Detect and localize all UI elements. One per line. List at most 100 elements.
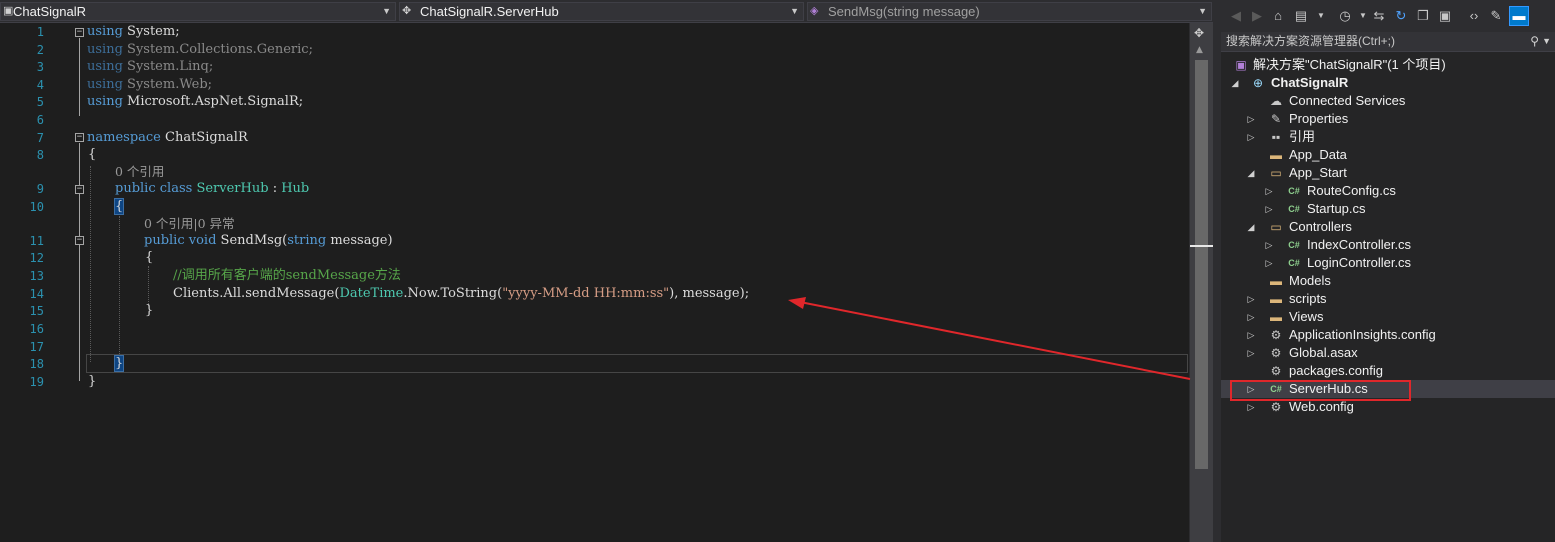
chevron-down-icon: ▼ — [382, 6, 391, 16]
collapse-outline-icon[interactable]: − — [75, 236, 84, 245]
tree-item-controllers[interactable]: ◢ ▭ Controllers — [1221, 218, 1555, 236]
collapsed-arrow-icon[interactable]: ▷ — [1246, 110, 1256, 128]
tree-item-web-config[interactable]: ▷ ⚙ Web.config — [1221, 398, 1555, 416]
solution-search-input[interactable]: 搜索解决方案资源管理器(Ctrl+;) ⚲ ▼ — [1221, 32, 1555, 52]
collapsed-arrow-icon[interactable]: ▷ — [1246, 326, 1256, 344]
tree-item-connected-services[interactable]: ☁ Connected Services — [1221, 92, 1555, 110]
tree-item-global-asax[interactable]: ▷ ⚙ Global.asax — [1221, 344, 1555, 362]
show-all-files-icon[interactable]: ▣ — [1436, 7, 1454, 25]
codelens-references[interactable]: 0 个引用|0 异常 — [144, 216, 235, 232]
tree-item-label: packages.config — [1289, 363, 1383, 378]
class-dropdown-label: ChatSignalR.ServerHub — [420, 4, 559, 19]
collapsed-arrow-icon[interactable]: ▷ — [1246, 308, 1256, 326]
code-editor[interactable]: ▣ ChatSignalR ▼ ✥ ChatSignalR.ServerHub … — [0, 0, 1214, 542]
solution-explorer-toolbar: ◀ ▶ ⌂ ▤ ▼ ◷ ▼ ⇆ ↻ ❐ ▣ ‹› ✎ ▬ — [1221, 0, 1555, 32]
tree-item-indexcontroller[interactable]: ▷ C# IndexController.cs — [1221, 236, 1555, 254]
code-text: .Now.ToString( — [403, 286, 503, 301]
tree-item-serverhub[interactable]: ▷ C# ServerHub.cs — [1221, 380, 1555, 398]
project-dropdown[interactable]: ▣ ChatSignalR ▼ — [0, 2, 396, 21]
tree-item-references[interactable]: ▷ ▪▪ 引用 — [1221, 128, 1555, 146]
collapsed-arrow-icon[interactable]: ▷ — [1246, 380, 1256, 398]
wrench-icon[interactable]: ✎ — [1487, 7, 1505, 25]
folder-icon: ▬ — [1270, 148, 1282, 162]
tree-item-scripts[interactable]: ▷ ▬ scripts — [1221, 290, 1555, 308]
chevron-down-icon[interactable]: ▼ — [1542, 32, 1551, 51]
tree-item-packages-config[interactable]: ⚙ packages.config — [1221, 362, 1555, 380]
tree-item-views[interactable]: ▷ ▬ Views — [1221, 308, 1555, 326]
search-placeholder: 搜索解决方案资源管理器(Ctrl+;) — [1226, 34, 1395, 48]
tree-item-solution[interactable]: ▣ 解决方案"ChatSignalR"(1 个项目) — [1221, 56, 1555, 74]
switch-views-icon[interactable]: ▤ — [1292, 7, 1310, 25]
code-line: public class ServerHub : Hub — [115, 180, 309, 198]
collapsed-arrow-icon[interactable]: ▷ — [1246, 128, 1256, 146]
view-code-icon[interactable]: ‹› — [1465, 7, 1483, 25]
tree-item-app-start[interactable]: ◢ ▭ App_Start — [1221, 164, 1555, 182]
scroll-up-arrow-icon[interactable]: ▲ — [1196, 45, 1203, 55]
tree-item-app-data[interactable]: ▬ App_Data — [1221, 146, 1555, 164]
keyword: string — [287, 233, 327, 248]
tree-item-label: ApplicationInsights.config — [1289, 327, 1436, 342]
code-text: System.Collections.Generic; — [122, 42, 313, 57]
line-number-gutter: 1 2 3 4 5 6 7 8 9 10 11 12 13 14 15 16 1… — [0, 23, 84, 542]
folder-icon: ▬ — [1270, 310, 1282, 324]
expanded-arrow-icon[interactable]: ◢ — [1246, 218, 1256, 236]
forward-icon[interactable]: ▶ — [1248, 7, 1266, 25]
solution-explorer: ◀ ▶ ⌂ ▤ ▼ ◷ ▼ ⇆ ↻ ❐ ▣ ‹› ✎ ▬ 搜索解决方案资源管理器… — [1221, 0, 1555, 542]
method-icon: ◈ — [810, 5, 819, 17]
tree-item-label: Properties — [1289, 111, 1349, 126]
csharp-project-icon: ▣ — [3, 5, 14, 17]
folder-icon: ▬ — [1270, 292, 1282, 306]
collapsed-arrow-icon[interactable]: ▷ — [1264, 182, 1274, 200]
tree-item-properties[interactable]: ▷ ✎ Properties — [1221, 110, 1555, 128]
tree-item-routeconfig[interactable]: ▷ C# RouteConfig.cs — [1221, 182, 1555, 200]
split-window-icon[interactable]: ✥ — [1194, 26, 1204, 40]
chevron-down-icon[interactable]: ▼ — [1312, 7, 1330, 25]
pending-changes-filter-icon[interactable]: ◷ — [1336, 7, 1354, 25]
line-number: 8 — [36, 148, 44, 162]
line-number: 14 — [29, 287, 44, 301]
expanded-arrow-icon[interactable]: ◢ — [1246, 164, 1256, 182]
collapsed-arrow-icon[interactable]: ▷ — [1264, 236, 1274, 254]
tree-item-project[interactable]: ◢ ⊕ ChatSignalR — [1221, 74, 1555, 92]
string-literal: "yyyy-MM-dd HH:mm:ss" — [502, 286, 670, 301]
collapsed-arrow-icon[interactable]: ▷ — [1264, 254, 1274, 272]
codelens-references[interactable]: 0 个引用 — [115, 164, 164, 180]
collapsed-arrow-icon[interactable]: ▷ — [1264, 200, 1274, 218]
vertical-scrollbar[interactable]: ✥ ▲ — [1189, 23, 1214, 542]
sync-active-document-icon[interactable]: ⇆ — [1370, 7, 1388, 25]
refresh-icon[interactable]: ↻ — [1392, 7, 1410, 25]
collapse-outline-icon[interactable]: − — [75, 133, 84, 142]
comment: //调用所有客户端的sendMessage方法 — [173, 268, 401, 283]
home-icon[interactable]: ⌂ — [1269, 7, 1287, 25]
code-text: SendMsg( — [216, 233, 288, 248]
code-area[interactable]: using System; using System.Collections.G… — [87, 23, 1187, 542]
tree-item-startup[interactable]: ▷ C# Startup.cs — [1221, 200, 1555, 218]
pane-splitter[interactable] — [1213, 0, 1221, 542]
tree-item-label: Global.asax — [1289, 345, 1358, 360]
collapse-outline-icon[interactable]: − — [75, 185, 84, 194]
collapsed-arrow-icon[interactable]: ▷ — [1246, 398, 1256, 416]
config-file-icon: ⚙ — [1270, 364, 1282, 378]
class-dropdown[interactable]: ✥ ChatSignalR.ServerHub ▼ — [399, 2, 804, 21]
line-number: 19 — [29, 375, 44, 389]
expanded-arrow-icon[interactable]: ◢ — [1230, 74, 1240, 92]
scrollbar-thumb[interactable] — [1195, 60, 1208, 469]
tree-item-models[interactable]: ▬ Models — [1221, 272, 1555, 290]
member-dropdown[interactable]: ◈ SendMsg(string message) ▼ — [807, 2, 1212, 21]
tree-item-label: scripts — [1289, 291, 1327, 306]
back-icon[interactable]: ◀ — [1227, 7, 1245, 25]
code-line: { — [113, 198, 125, 216]
collapse-outline-icon[interactable]: − — [75, 28, 84, 37]
collapsed-arrow-icon[interactable]: ▷ — [1246, 290, 1256, 308]
collapse-all-icon[interactable]: ❐ — [1414, 7, 1432, 25]
solution-icon: ▣ — [1235, 58, 1247, 72]
class-name: Hub — [281, 181, 310, 196]
collapsed-arrow-icon[interactable]: ▷ — [1246, 344, 1256, 362]
tree-item-applicationinsights[interactable]: ▷ ⚙ ApplicationInsights.config — [1221, 326, 1555, 344]
tree-item-label: Connected Services — [1289, 93, 1406, 108]
references-icon: ▪▪ — [1271, 130, 1281, 144]
tree-item-logincontroller[interactable]: ▷ C# LoginController.cs — [1221, 254, 1555, 272]
search-icon[interactable]: ⚲ — [1530, 32, 1539, 51]
preview-selected-items-icon[interactable]: ▬ — [1509, 6, 1529, 26]
tree-item-label: 引用 — [1289, 129, 1316, 144]
